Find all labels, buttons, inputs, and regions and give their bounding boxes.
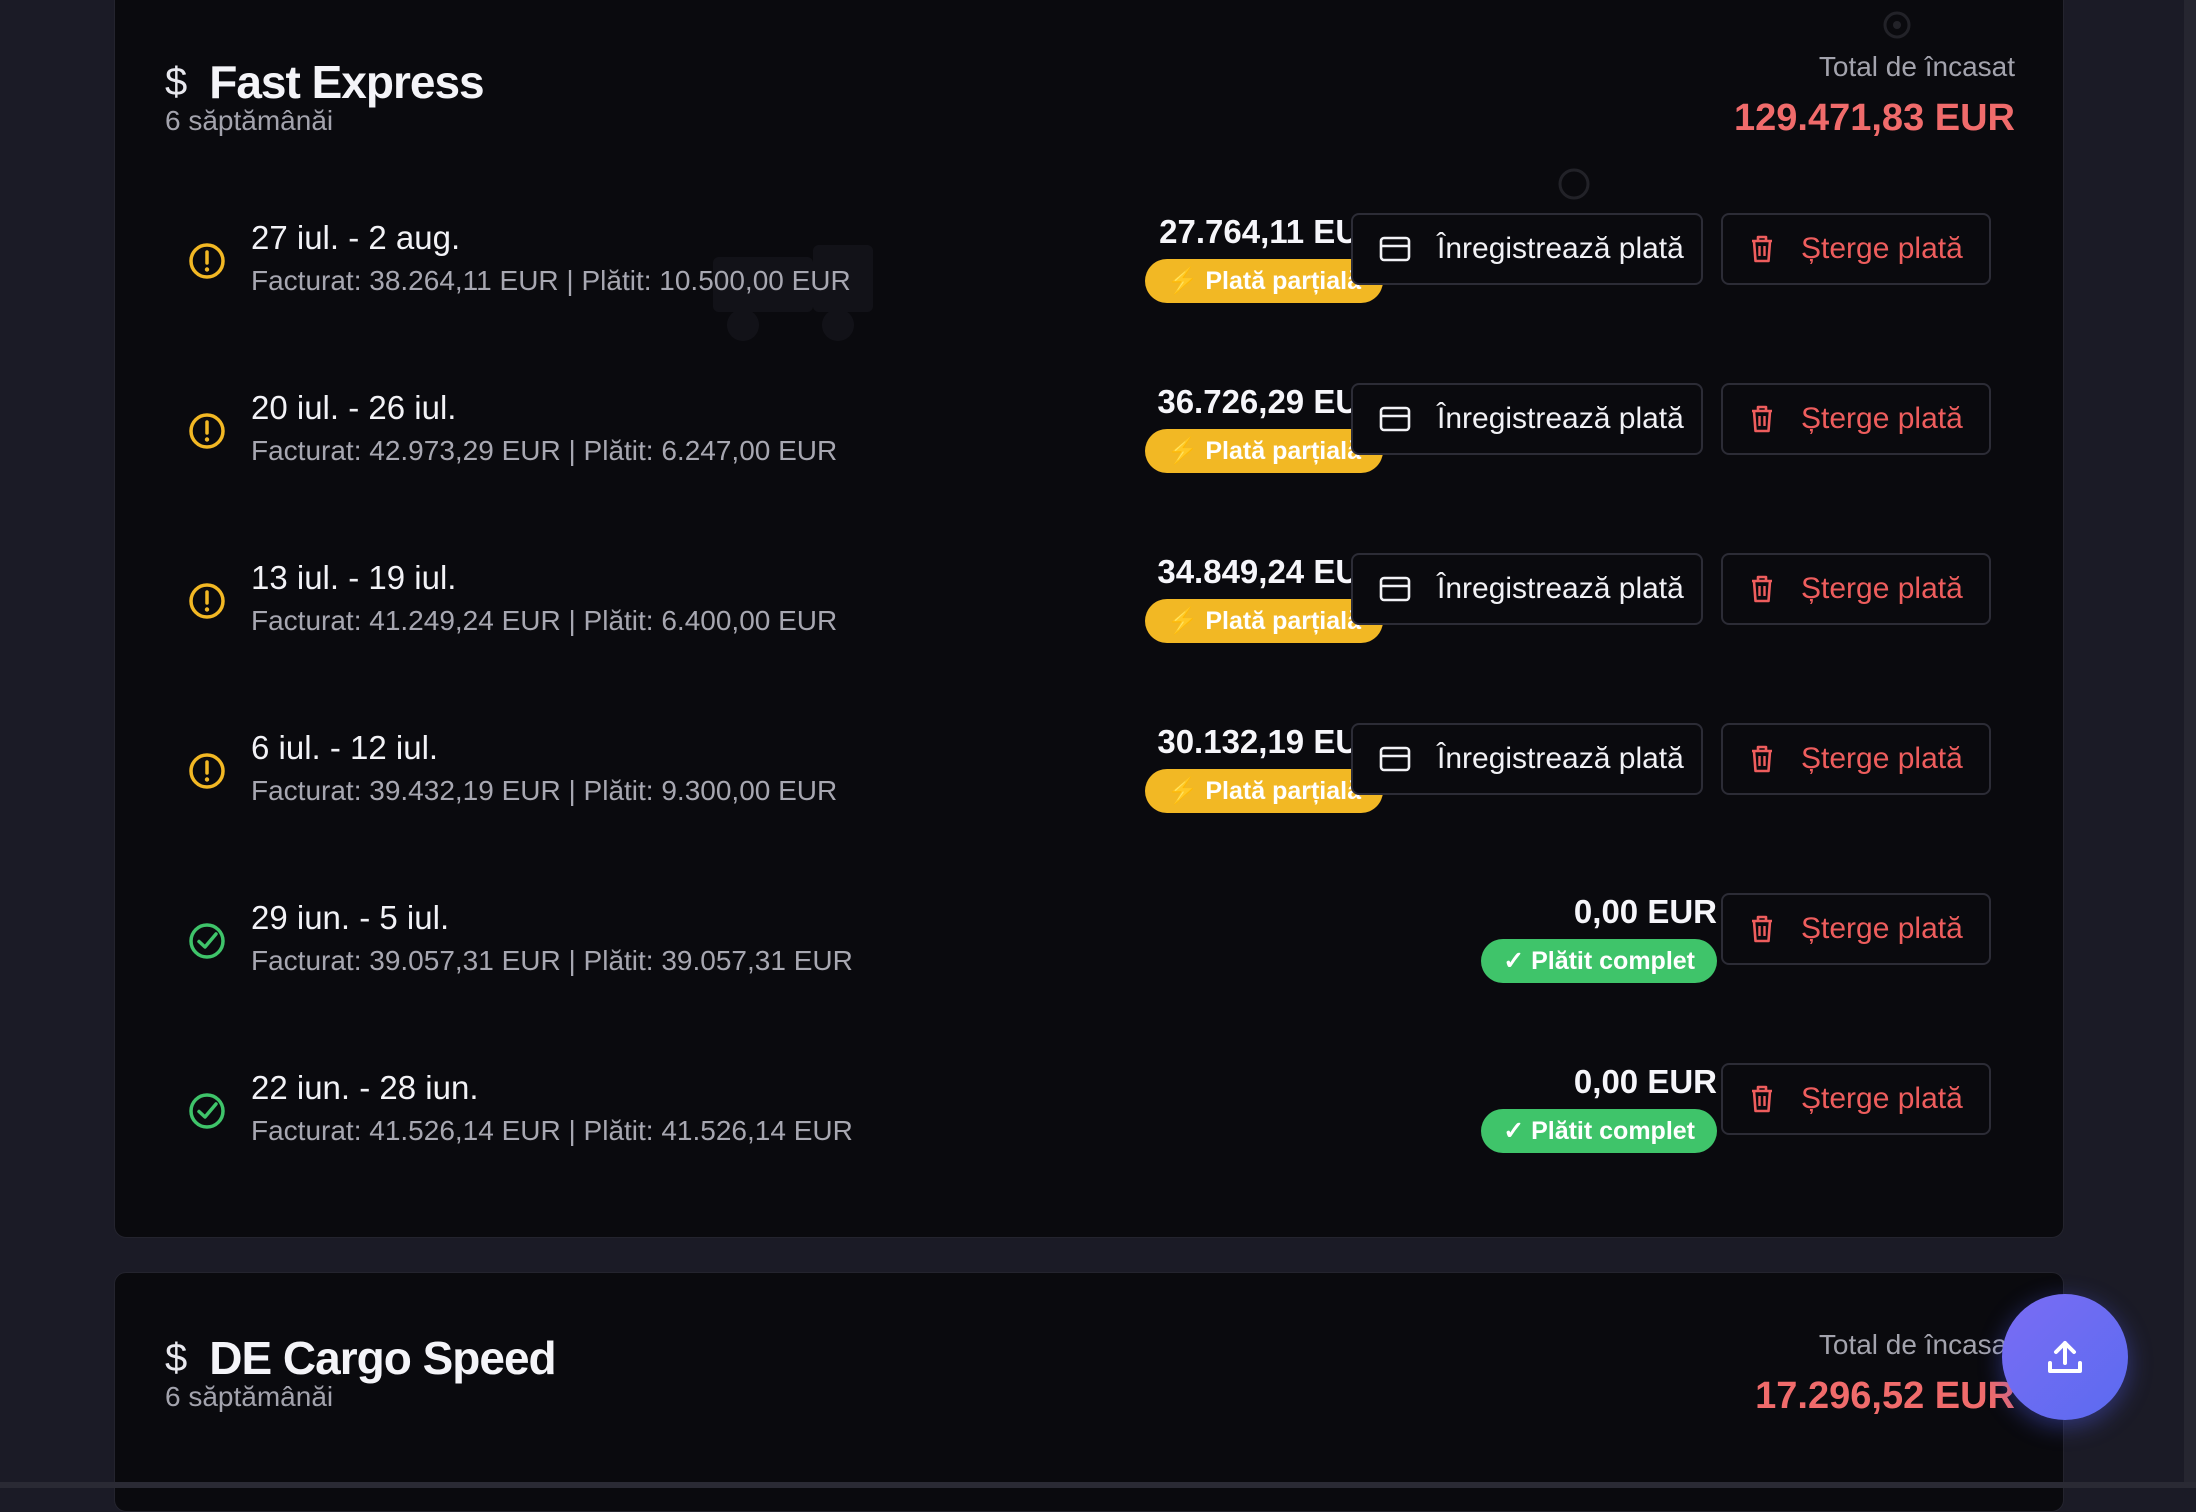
trash-icon — [1752, 745, 1772, 773]
check-circle-icon — [189, 923, 225, 959]
register-payment-button[interactable]: Înregistrează plată — [1351, 213, 1703, 285]
trash-icon — [1752, 1085, 1772, 1113]
week-period: 27 iul. - 2 aug. — [251, 219, 461, 256]
register-payment-label: Înregistrează plată — [1437, 402, 1684, 435]
alert-circle-icon — [189, 583, 225, 619]
trash-icon — [1752, 575, 1772, 603]
amount-due: 0,00 EUR — [1573, 1063, 1717, 1100]
amount-due: 36.726,29 EUR — [1157, 383, 1383, 420]
credit-card-icon — [1379, 576, 1411, 602]
dollar-icon: $ — [165, 1336, 188, 1380]
delete-payment-button[interactable]: Șterge plată — [1721, 553, 1991, 625]
card-title: $ DE Cargo Speed — [165, 1332, 557, 1384]
alert-circle-icon — [189, 753, 225, 789]
map-pin-icon — [1883, 11, 1911, 39]
amount-due: 30.132,19 EUR — [1157, 723, 1383, 760]
total-label: Total de încasat — [1818, 51, 2015, 82]
week-period: 13 iul. - 19 iul. — [251, 559, 457, 596]
total-value: 17.296,52 EUR — [1755, 1375, 2015, 1417]
delete-payment-button[interactable]: Șterge plată — [1721, 1063, 1991, 1135]
status-badge: ✓ Plătit complet — [1481, 1109, 1717, 1153]
week-period: 20 iul. - 26 iul. — [251, 389, 457, 426]
client-card-fast-express: $ Fast Express 6 săptămânăi Total de înc… — [114, 0, 2064, 1238]
dollar-icon: $ — [165, 60, 188, 104]
delete-payment-label: Șterge plată — [1801, 572, 1963, 605]
week-period: 29 iun. - 5 iul. — [251, 899, 450, 936]
delete-payment-button[interactable]: Șterge plată — [1721, 893, 1991, 965]
status-badge: ⚡ Plată parțială — [1145, 429, 1383, 473]
alert-circle-icon — [189, 413, 225, 449]
week-row: 6 iul. - 12 iul. Facturat: 39.432,19 EUR… — [187, 713, 2007, 833]
register-payment-button[interactable]: Înregistrează plată — [1351, 383, 1703, 455]
trash-icon — [1752, 405, 1772, 433]
delete-payment-button[interactable]: Șterge plată — [1721, 383, 1991, 455]
weeks-count: 6 săptămânăi — [165, 1381, 334, 1412]
week-details: Facturat: 41.526,14 EUR | Plătit: 41.526… — [251, 1115, 853, 1146]
week-details: Facturat: 39.057,31 EUR | Plătit: 39.057… — [251, 945, 853, 976]
scrollbar-track[interactable] — [2184, 0, 2196, 1488]
register-payment-label: Înregistrează plată — [1437, 232, 1684, 265]
delete-payment-button[interactable]: Șterge plată — [1721, 213, 1991, 285]
week-period: 6 iul. - 12 iul. — [251, 729, 439, 766]
delete-payment-label: Șterge plată — [1801, 402, 1963, 435]
status-badge: ✓ Plătit complet — [1481, 939, 1717, 983]
week-row: 27 iul. - 2 aug. Facturat: 38.264,11 EUR… — [187, 203, 2007, 323]
amount-due: 27.764,11 EUR — [1159, 213, 1383, 250]
register-payment-label: Înregistrează plată — [1437, 742, 1684, 775]
credit-card-icon — [1379, 236, 1411, 262]
amount-due: 34.849,24 EUR — [1157, 553, 1383, 590]
delete-payment-label: Șterge plată — [1801, 742, 1963, 775]
register-payment-button[interactable]: Înregistrează plată — [1351, 723, 1703, 795]
client-card-de-cargo-speed: $ DE Cargo Speed 6 săptămânăi Total de î… — [114, 1272, 2064, 1512]
window-bottom-edge — [0, 1482, 2196, 1488]
client-name: DE Cargo Speed — [209, 1332, 556, 1384]
register-payment-button[interactable]: Înregistrează plată — [1351, 553, 1703, 625]
package-icon — [1558, 168, 1590, 200]
week-details: Facturat: 38.264,11 EUR | Plătit: 10.500… — [251, 265, 851, 296]
status-badge: ⚡ Plată parțială — [1145, 599, 1383, 643]
total-label: Total de încasat — [1818, 1329, 2015, 1360]
delete-payment-label: Șterge plată — [1801, 912, 1963, 945]
credit-card-icon — [1379, 746, 1411, 772]
status-badge: ⚡ Plată parțială — [1145, 259, 1383, 303]
client-name: Fast Express — [209, 56, 484, 108]
check-circle-icon — [189, 1093, 225, 1129]
upload-icon — [2048, 1341, 2082, 1373]
status-badge: ⚡ Plată parțială — [1145, 769, 1383, 813]
delete-payment-label: Șterge plată — [1801, 232, 1963, 265]
week-row: 29 iun. - 5 iul. Facturat: 39.057,31 EUR… — [187, 883, 2007, 1003]
week-details: Facturat: 42.973,29 EUR | Plătit: 6.247,… — [251, 435, 838, 466]
alert-circle-icon — [189, 243, 225, 279]
delete-payment-label: Șterge plată — [1801, 1082, 1963, 1115]
credit-card-icon — [1379, 406, 1411, 432]
delete-payment-button[interactable]: Șterge plată — [1721, 723, 1991, 795]
week-row: 13 iul. - 19 iul. Facturat: 41.249,24 EU… — [187, 543, 2007, 663]
amount-due: 0,00 EUR — [1573, 893, 1717, 930]
week-row: 20 iul. - 26 iul. Facturat: 42.973,29 EU… — [187, 373, 2007, 493]
week-row: 22 iun. - 28 iun. Facturat: 41.526,14 EU… — [187, 1053, 2007, 1173]
weeks-count: 6 săptămânăi — [165, 105, 334, 136]
card-title: $ Fast Express — [165, 56, 485, 108]
total-value: 129.471,83 EUR — [1734, 97, 2015, 139]
upload-fab-button[interactable] — [2002, 1294, 2128, 1420]
trash-icon — [1752, 915, 1772, 943]
week-details: Facturat: 39.432,19 EUR | Plătit: 9.300,… — [251, 775, 838, 806]
trash-icon — [1752, 235, 1772, 263]
week-details: Facturat: 41.249,24 EUR | Plătit: 6.400,… — [251, 605, 838, 636]
week-period: 22 iun. - 28 iun. — [251, 1069, 479, 1106]
register-payment-label: Înregistrează plată — [1437, 572, 1684, 605]
